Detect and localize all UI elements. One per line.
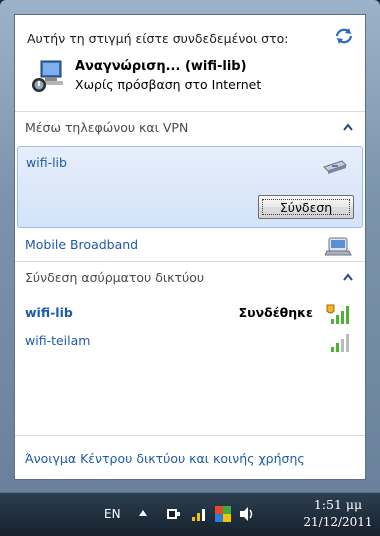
refresh-icon[interactable] — [333, 25, 355, 47]
taskbar: EN 1:51 μμ 21/12/2011 — [0, 492, 380, 536]
vpn-connection-icon — [323, 160, 347, 174]
mobile-broadband-label: Mobile Broadband — [25, 237, 139, 252]
divider — [15, 261, 365, 262]
dialup-item-name: wifi-lib — [26, 155, 67, 170]
wireless-item-name: wifi-lib — [25, 305, 73, 320]
section-wireless[interactable]: Σύνδεση ασύρματου δικτύου — [15, 265, 365, 291]
network-panel: Αυτήν τη στιγμή είστε συνδεδεμένοι στο: … — [14, 14, 366, 480]
open-network-center-link[interactable]: Άνοιγμα Κέντρου δικτύου και κοινής χρήση… — [25, 451, 305, 466]
language-indicator[interactable]: EN — [104, 507, 121, 521]
wireless-item-name: wifi-teilam — [25, 333, 91, 348]
section-wireless-label: Σύνδεση ασύρματου δικτύου — [25, 270, 205, 285]
network-flyout-frame: Αυτήν τη στιγμή είστε συνδεδεμένοι στο: … — [0, 0, 380, 492]
wireless-item-wifi-teilam[interactable]: wifi-teilam — [15, 327, 365, 355]
dialup-item-wifi-lib[interactable]: wifi-lib Σύνδεση — [17, 146, 363, 228]
section-phone-vpn-label: Μέσω τηλεφώνου και VPN — [25, 120, 189, 135]
divider — [15, 435, 365, 436]
network-tray-icon[interactable] — [190, 505, 208, 523]
current-network-status: Χωρίς πρόσβαση στο Internet — [75, 77, 262, 92]
dialup-item-mobile-broadband[interactable]: Mobile Broadband — [15, 231, 365, 259]
clock-date[interactable]: 21/12/2011 — [298, 515, 378, 529]
show-hidden-icons-icon[interactable] — [138, 509, 148, 517]
clock-time[interactable]: 1:51 μμ — [302, 497, 374, 512]
power-plug-icon[interactable] — [164, 505, 182, 523]
connected-to-label: Αυτήν τη στιγμή είστε συνδεδεμένοι στο: — [27, 31, 289, 46]
wifi-signal-icon — [331, 334, 349, 352]
wireless-item-wifi-lib[interactable]: wifi-lib Συνδέθηκε — [15, 299, 365, 327]
connect-button[interactable]: Σύνδεση — [258, 195, 354, 219]
network-warning-icon — [32, 60, 63, 92]
chevron-up-icon[interactable] — [343, 273, 353, 281]
current-network-name: Αναγνώριση... (wifi-lib) — [75, 59, 247, 74]
current-network: Αναγνώριση... (wifi-lib) Χωρίς πρόσβαση … — [27, 57, 357, 101]
mobile-broadband-icon — [325, 237, 352, 256]
wireless-item-status: Συνδέθηκε — [238, 305, 313, 320]
chevron-up-icon[interactable] — [343, 123, 353, 131]
action-center-icon[interactable] — [214, 505, 232, 523]
wifi-signal-secure-icon — [326, 304, 349, 324]
divider — [15, 111, 365, 112]
section-phone-vpn[interactable]: Μέσω τηλεφώνου και VPN — [15, 115, 365, 141]
volume-icon[interactable] — [238, 505, 256, 523]
